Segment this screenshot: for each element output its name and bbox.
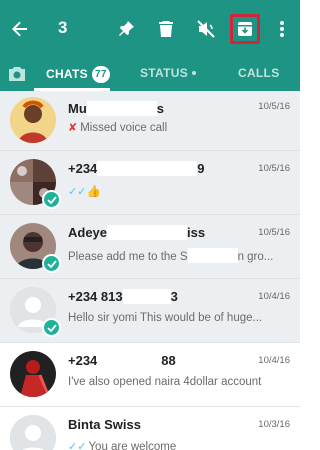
tab-status-label: STATUS <box>140 66 189 80</box>
chat-row[interactable]: Binta Swiss 10/3/16 ✓✓ You are welcome <box>0 407 300 450</box>
chat-name: +234 9 <box>68 161 205 176</box>
chat-message: ✓✓ You are welcome <box>68 440 290 450</box>
tab-chats-label: CHATS <box>46 67 88 81</box>
back-arrow-icon[interactable] <box>8 17 32 41</box>
tab-bar: CHATS 77 STATUS CALLS <box>0 58 300 91</box>
selected-count: 3 <box>58 18 68 37</box>
chat-row[interactable]: Adeye iss 10/5/16 Please add me to the Sn… <box>0 215 300 279</box>
chat-date: 10/5/16 <box>258 163 290 174</box>
unread-badge: 77 <box>91 66 110 83</box>
whatsapp-chat-list: 3 CHATS 77 STATUS CALLS Mu s 10/5/16 ✘ M… <box>0 0 300 450</box>
redaction <box>97 353 162 368</box>
double-tick-icon: ✓✓ <box>68 441 87 450</box>
chat-row[interactable]: +234 813 3 10/4/16 Hello sir yomi This wo… <box>0 279 300 343</box>
selected-check-icon <box>42 254 61 273</box>
chat-message: ✓✓👍 <box>68 186 101 198</box>
chat-row[interactable]: +234 88 10/4/16 I've also opened naira 4d… <box>0 343 300 407</box>
avatar <box>10 97 56 143</box>
double-tick-icon: ✓✓ <box>68 186 87 198</box>
tab-calls[interactable]: CALLS <box>238 66 280 80</box>
chat-date: 10/5/16 <box>258 227 290 238</box>
selected-check-icon <box>42 318 61 337</box>
avatar <box>10 415 56 450</box>
chat-name: +234 813 3 <box>68 289 178 304</box>
chat-date: 10/4/16 <box>258 291 290 302</box>
more-vert-icon[interactable] <box>270 17 294 41</box>
tab-status[interactable]: STATUS <box>140 66 197 80</box>
chat-name: Adeye iss <box>68 225 206 240</box>
archive-icon[interactable] <box>233 17 257 41</box>
mute-icon[interactable] <box>194 17 218 41</box>
chat-name: +234 88 <box>68 353 176 368</box>
chat-message: I've also opened naira 4dollar account <box>68 376 262 388</box>
chat-date: 10/5/16 <box>258 101 290 112</box>
redaction <box>187 248 238 263</box>
chat-message: Please add me to the Sn gro... <box>68 248 290 263</box>
chat-date: 10/4/16 <box>258 355 290 366</box>
chat-date: 10/3/16 <box>258 419 290 430</box>
redaction <box>107 225 188 240</box>
chat-name: Binta Swiss <box>68 417 141 432</box>
chat-list: Mu s 10/5/16 ✘ Missed voice call +234 9 10/… <box>0 91 300 450</box>
chat-row[interactable]: Mu s 10/5/16 ✘ Missed voice call <box>0 91 300 151</box>
selected-check-icon <box>42 190 61 209</box>
chat-row[interactable]: +234 9 10/5/16 ✓✓👍 <box>0 151 300 215</box>
tab-calls-label: CALLS <box>238 66 280 80</box>
avatar <box>10 351 56 397</box>
redaction <box>97 161 198 176</box>
tab-chats[interactable]: CHATS 77 <box>46 66 110 83</box>
camera-icon[interactable] <box>5 62 29 86</box>
delete-icon[interactable] <box>154 17 178 41</box>
selection-action-bar: 3 <box>0 0 300 58</box>
chat-message: Hello sir yomi This would be of huge... <box>68 312 263 324</box>
redaction <box>86 101 157 116</box>
chat-message: ✘ Missed voice call <box>68 122 168 134</box>
missed-call-icon: ✘ <box>68 122 78 134</box>
chat-name: Mu s <box>68 101 165 116</box>
status-dot <box>192 71 197 75</box>
pin-icon[interactable] <box>114 17 138 41</box>
redaction <box>122 289 171 304</box>
